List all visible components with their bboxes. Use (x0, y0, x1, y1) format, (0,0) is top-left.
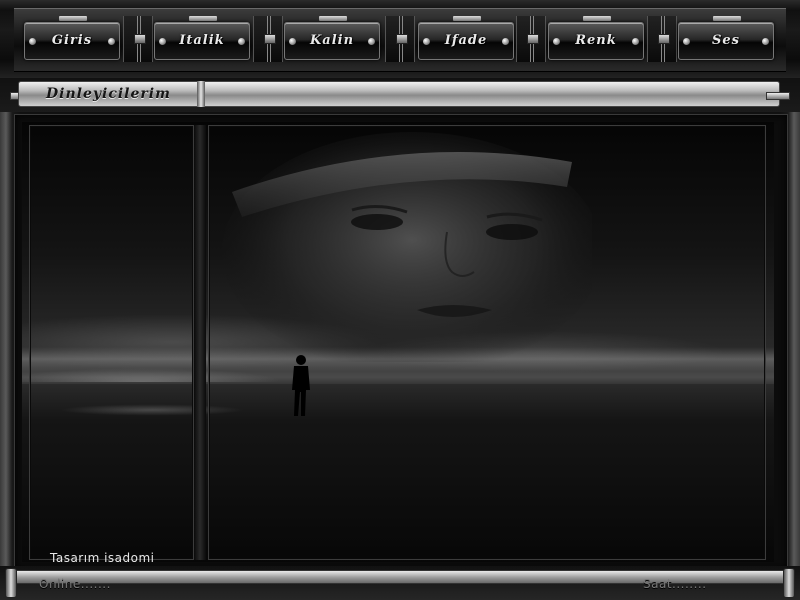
menu-button-giris[interactable]: Giris (24, 16, 120, 60)
menu-button-italik[interactable]: Italik (154, 16, 250, 60)
button-cap-icon (59, 16, 87, 21)
chain-link-separator-icon (385, 16, 415, 62)
button-cap-icon (319, 16, 347, 21)
menu-button-kalin[interactable]: Kalin (284, 16, 380, 60)
chain-link-separator-icon (253, 16, 283, 62)
rail-divider (197, 81, 205, 107)
button-cap-icon (189, 16, 217, 21)
menu-button-label: Renk (575, 33, 617, 48)
chain-link-separator-icon (123, 16, 153, 62)
menu-button-ses[interactable]: Ses (678, 16, 774, 60)
menu-bar: Giris Italik Kalin Ifade Renk Ses (0, 0, 800, 78)
menu-button-label: Ifade (444, 33, 488, 48)
chat-panel (208, 125, 766, 560)
rail-knob-icon (783, 568, 795, 598)
menu-button-label: Giris (51, 33, 93, 48)
menu-button-ifade[interactable]: Ifade (418, 16, 514, 60)
menu-button-label: Italik (179, 33, 225, 48)
button-cap-icon (453, 16, 481, 21)
design-credit: Tasarım isadomi (50, 551, 155, 565)
menu-button-label: Ses (712, 33, 740, 48)
chat-skin-window: Giris Italik Kalin Ifade Renk Ses Dinley… (0, 0, 800, 600)
button-cap-icon (713, 16, 741, 21)
chain-link-separator-icon (647, 16, 677, 62)
clock-readout: Saat........ (643, 577, 707, 591)
online-count: Online....... (39, 577, 111, 591)
page-title: Dinleyicilerim (46, 86, 171, 102)
chain-link-separator-icon (516, 16, 546, 62)
button-cap-icon (583, 16, 611, 21)
user-list-panel (29, 125, 194, 560)
panel-splitter[interactable] (194, 125, 206, 560)
menu-button-label: Kalin (309, 33, 355, 48)
rail-end-cap-icon (766, 92, 790, 100)
rail-knob-icon (5, 568, 17, 598)
menu-button-renk[interactable]: Renk (548, 16, 644, 60)
